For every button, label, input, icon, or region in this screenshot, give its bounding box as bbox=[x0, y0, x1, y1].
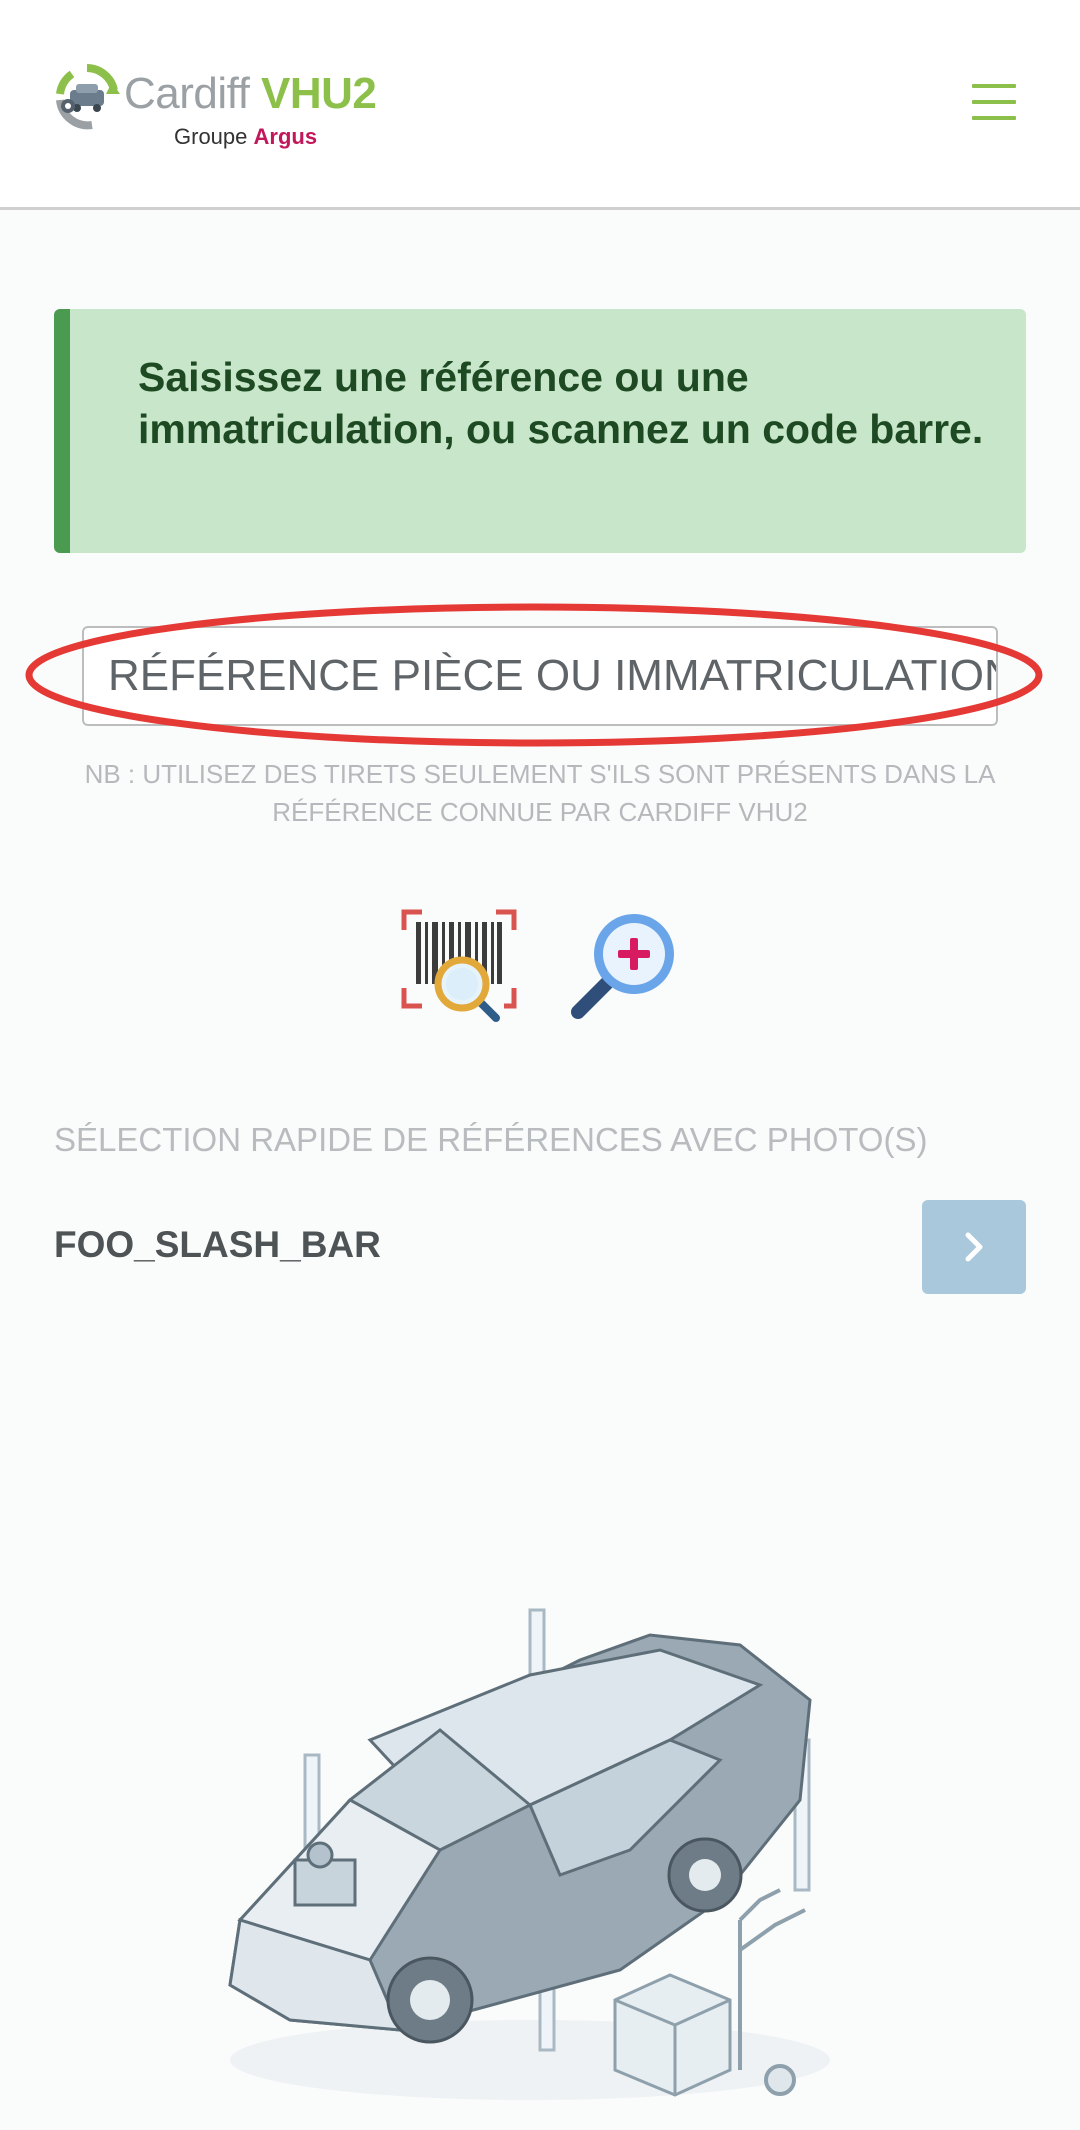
quick-select-title: SÉLECTION RAPIDE DE RÉFÉRENCES AVEC PHOT… bbox=[54, 1121, 928, 1158]
search-field[interactable] bbox=[82, 626, 998, 726]
brand-accent: VHU2 bbox=[261, 69, 377, 118]
brand-name: Cardiff VHU2 bbox=[124, 69, 377, 118]
recycle-car-icon bbox=[56, 64, 120, 130]
app-page: Cardiff VHU2 Groupe Argus Saisissez une … bbox=[0, 0, 1080, 2130]
barcode-scan-icon[interactable] bbox=[400, 908, 518, 1026]
hamburger-menu-icon[interactable] bbox=[968, 80, 1020, 124]
search-note: NB : UTILISEZ DES TIRETS SEULEMENT S'ILS… bbox=[84, 759, 996, 827]
zoom-search-icon[interactable] bbox=[564, 908, 682, 1026]
quick-select-item[interactable]: FOO_SLASH_BAR bbox=[54, 1200, 1026, 1294]
info-banner: Saisissez une référence ou une immatricu… bbox=[54, 309, 1026, 553]
brand-logo[interactable]: Cardiff VHU2 Groupe Argus bbox=[52, 62, 392, 152]
info-banner-text: Saisissez une référence ou une immatricu… bbox=[138, 354, 984, 452]
quick-select-item-label: FOO_SLASH_BAR bbox=[54, 1224, 381, 1265]
app-header: Cardiff VHU2 Groupe Argus bbox=[0, 0, 1080, 210]
brand-subtitle: Groupe Argus bbox=[174, 124, 318, 149]
quick-select-go-button[interactable] bbox=[922, 1200, 1026, 1294]
car-lift-illustration bbox=[228, 1608, 830, 2100]
chevron-right-icon bbox=[965, 1232, 983, 1262]
brand-sub-accent: Argus bbox=[253, 124, 318, 149]
reference-search-input[interactable] bbox=[84, 628, 996, 724]
